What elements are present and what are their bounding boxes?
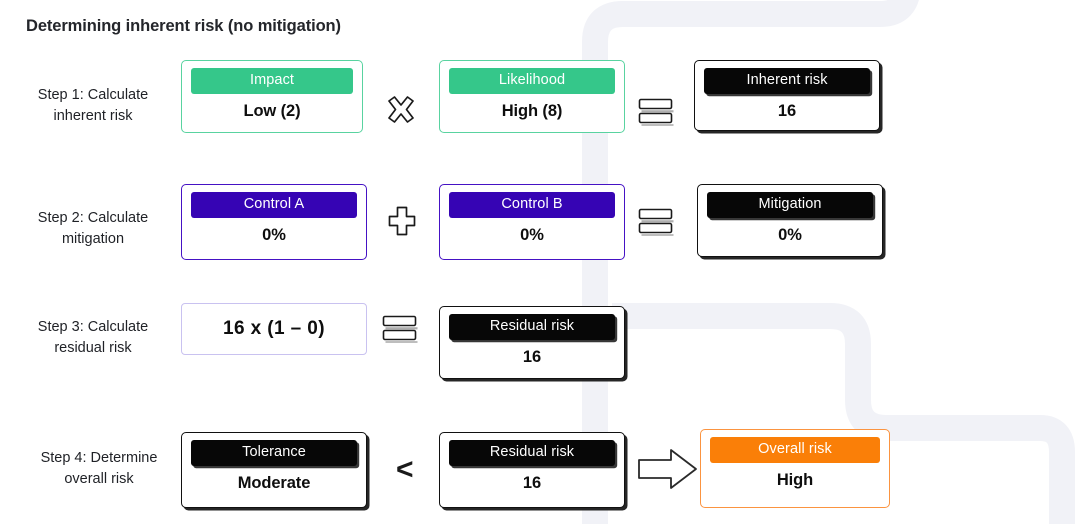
- arrow-right-icon: [637, 448, 699, 495]
- card-header-impact: Impact: [191, 68, 353, 94]
- card-header-control-b: Control B: [449, 192, 615, 218]
- card-likelihood[interactable]: Likelihood High (8): [439, 60, 625, 133]
- card-value-inherent-risk: 16: [777, 101, 797, 120]
- card-header-likelihood: Likelihood: [449, 68, 615, 94]
- card-inherent-risk[interactable]: Inherent risk 16: [694, 60, 880, 131]
- card-value-residual-risk-step3: 16: [522, 347, 542, 366]
- equals-icon: [638, 98, 676, 131]
- step-label-3: Step 3: Calculate residual risk: [37, 319, 149, 356]
- card-value-overall-risk: High: [776, 470, 814, 489]
- plus-icon: [388, 206, 416, 242]
- step-label-4: Step 4: Determine overall risk: [40, 450, 158, 487]
- card-residual-risk-step3[interactable]: Residual risk 16: [439, 306, 625, 379]
- residual-risk-formula: 16 x (1 – 0): [181, 303, 367, 355]
- card-header-tolerance: Tolerance: [191, 440, 357, 466]
- card-value-residual-risk-step4: 16: [522, 473, 542, 492]
- card-value-control-a: 0%: [262, 225, 286, 244]
- step-label-1: Step 1: Calculate inherent risk: [37, 87, 149, 124]
- card-header-mitigation: Mitigation: [707, 192, 873, 218]
- card-header-residual-risk-step4: Residual risk: [449, 440, 615, 466]
- card-header-residual-risk-step3: Residual risk: [449, 314, 615, 340]
- card-header-overall-risk: Overall risk: [710, 437, 880, 463]
- page-title: Determining inherent risk (no mitigation…: [26, 17, 341, 35]
- card-header-inherent-risk: Inherent risk: [704, 68, 870, 94]
- card-residual-risk-step4[interactable]: Residual risk 16: [439, 432, 625, 508]
- equals-icon: [382, 315, 420, 348]
- card-impact[interactable]: Impact Low (2): [181, 60, 363, 133]
- card-overall-risk[interactable]: Overall risk High: [700, 429, 890, 508]
- card-value-tolerance: Moderate: [237, 473, 311, 492]
- multiply-icon: [385, 96, 417, 131]
- card-mitigation[interactable]: Mitigation 0%: [697, 184, 883, 257]
- step-label-2: Step 2: Calculate mitigation: [37, 210, 149, 247]
- card-header-control-a: Control A: [191, 192, 357, 218]
- card-value-impact: Low (2): [243, 101, 301, 120]
- card-value-mitigation: 0%: [778, 225, 802, 244]
- card-control-a[interactable]: Control A 0%: [181, 184, 367, 260]
- card-value-likelihood: High (8): [501, 101, 563, 120]
- card-value-control-b: 0%: [520, 225, 544, 244]
- less-than-icon: <: [396, 453, 414, 486]
- card-tolerance[interactable]: Tolerance Moderate: [181, 432, 367, 508]
- risk-calculation-diagram: Determining inherent risk (no mitigation…: [0, 0, 1077, 524]
- card-control-b[interactable]: Control B 0%: [439, 184, 625, 260]
- equals-icon: [638, 208, 676, 241]
